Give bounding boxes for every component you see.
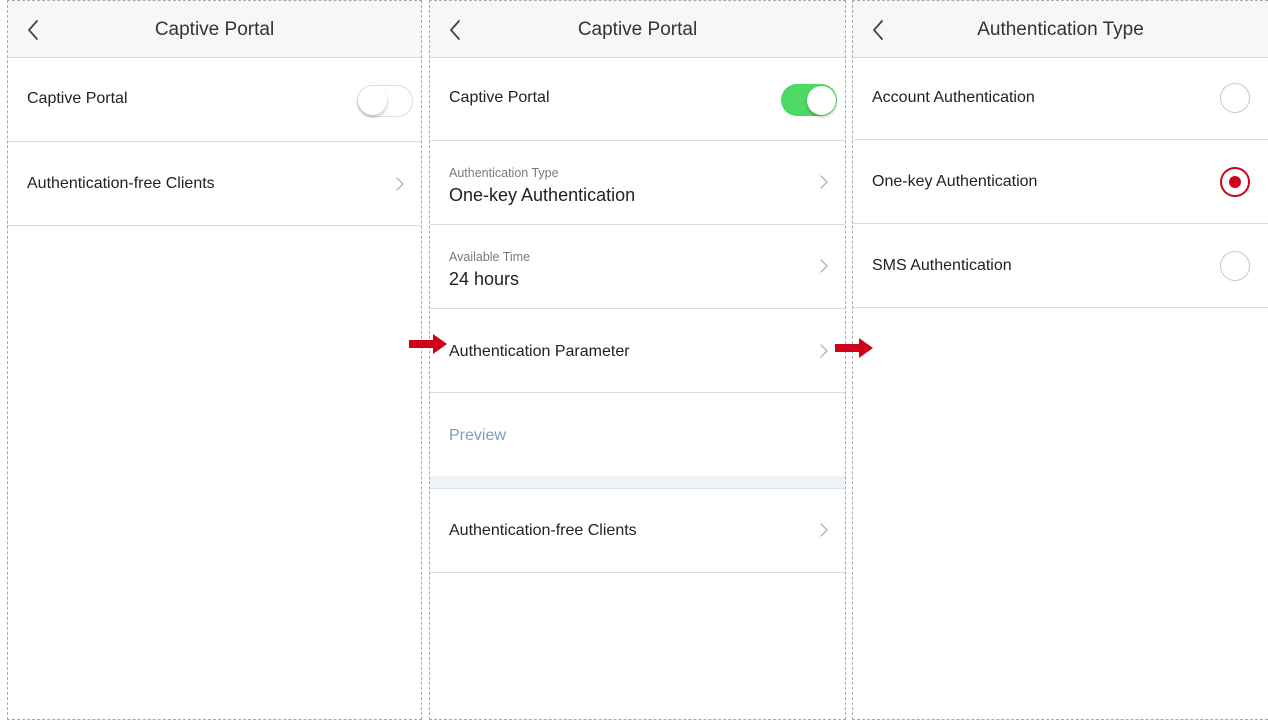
auth-free-clients-label: Authentication-free Clients (449, 522, 637, 539)
option-account-auth[interactable]: Account Authentication (853, 58, 1268, 140)
option-one-key-auth[interactable]: One-key Authentication (853, 140, 1268, 224)
page-title: Captive Portal (577, 19, 698, 40)
auth-type-value: One-key Authentication (449, 185, 636, 205)
red-arrow-icon (409, 334, 447, 354)
captive-portal-row: Captive Portal (430, 58, 845, 141)
preview-row: Preview (430, 393, 845, 476)
toggle-knob (358, 86, 387, 115)
chevron-right-icon (820, 523, 828, 537)
page-title: Captive Portal (154, 19, 275, 40)
option-sms-auth[interactable]: SMS Authentication (853, 224, 1268, 308)
radio-button-selected[interactable] (1220, 167, 1250, 197)
option-label: SMS Authentication (872, 257, 1012, 274)
radio-dot (1229, 176, 1241, 188)
radio-button[interactable] (1220, 251, 1250, 281)
chevron-right-icon (820, 175, 828, 189)
chevron-right-icon (396, 177, 404, 191)
auth-type-caption: Authentication Type (449, 166, 559, 180)
red-arrow-icon (835, 338, 873, 358)
chevron-right-icon (820, 259, 828, 273)
auth-type-row[interactable]: Authentication Type One-key Authenticati… (430, 141, 845, 225)
screen-captive-portal-off: Captive Portal Captive Portal Authentica… (7, 0, 422, 720)
option-label: One-key Authentication (872, 173, 1038, 190)
available-time-caption: Available Time (449, 250, 531, 264)
nav-bar: Authentication Type (853, 1, 1268, 58)
section-divider (430, 476, 845, 489)
captive-portal-toggle[interactable] (357, 85, 413, 117)
auth-parameter-label: Authentication Parameter (449, 343, 630, 360)
nav-bar: Captive Portal (430, 1, 845, 58)
captive-portal-toggle[interactable] (781, 84, 837, 116)
preview-link[interactable]: Preview (449, 427, 506, 445)
auth-free-clients-row[interactable]: Authentication-free Clients (430, 489, 845, 573)
available-time-value: 24 hours (449, 269, 520, 289)
captive-portal-row: Captive Portal (8, 58, 421, 142)
option-label: Account Authentication (872, 89, 1035, 106)
captive-portal-label: Captive Portal (449, 89, 550, 106)
auth-free-clients-row[interactable]: Authentication-free Clients (8, 142, 421, 226)
captive-portal-label: Captive Portal (27, 90, 128, 107)
chevron-right-icon (820, 344, 828, 358)
nav-bar: Captive Portal (8, 1, 421, 58)
available-time-row[interactable]: Available Time 24 hours (430, 225, 845, 309)
screen-captive-portal-on: Captive Portal Captive Portal Authentica… (429, 0, 846, 720)
screen-authentication-type: Authentication Type Account Authenticati… (852, 0, 1268, 720)
page-title: Authentication Type (977, 19, 1144, 40)
auth-free-clients-label: Authentication-free Clients (27, 175, 215, 192)
radio-button[interactable] (1220, 83, 1250, 113)
toggle-knob (806, 85, 836, 115)
auth-parameter-row[interactable]: Authentication Parameter (430, 309, 845, 393)
